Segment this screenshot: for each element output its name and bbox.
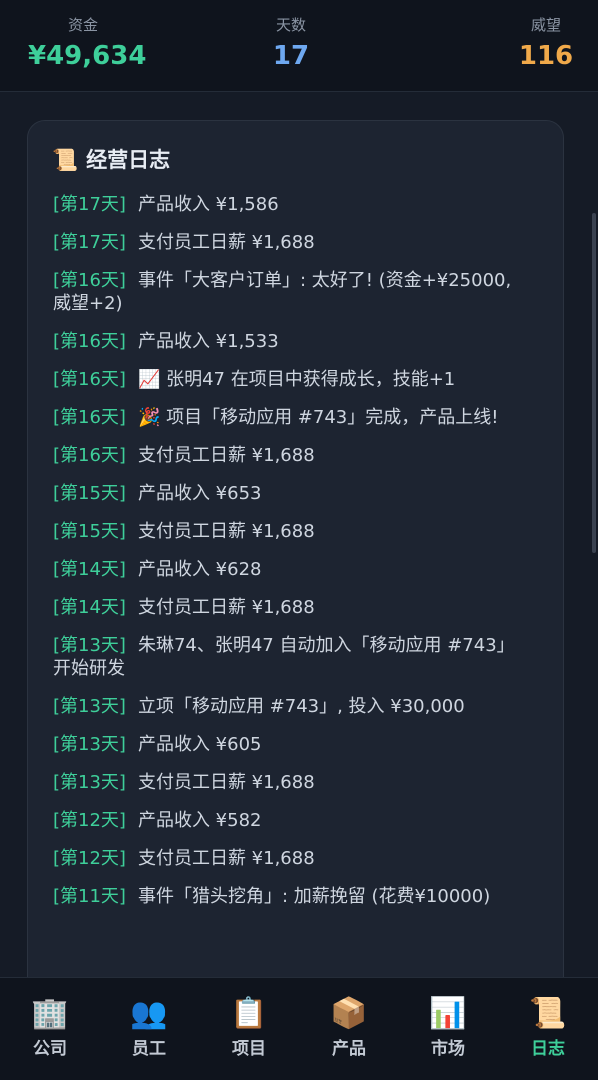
log-entry-day: [第16天]	[53, 331, 126, 352]
log-entry-day: [第16天]	[53, 270, 126, 291]
log-entry-text: 产品收入 ¥1,586	[137, 194, 279, 215]
log-entry: [第16天] 产品收入 ¥1,533	[53, 330, 513, 353]
log-entry-text: 产品收入 ¥653	[137, 483, 262, 504]
log-entry-day: [第15天]	[53, 521, 126, 542]
log-entry-text: 支付员工日薪 ¥1,688	[137, 772, 315, 793]
nav-label: 市场	[431, 1039, 465, 1059]
log-entry-text: 产品收入 ¥1,533	[137, 331, 279, 352]
log-entry: [第15天] 支付员工日薪 ¥1,688	[53, 520, 513, 543]
nav-label: 日志	[531, 1039, 565, 1059]
log-entry-day: [第14天]	[53, 597, 126, 618]
log-entry-text: 产品收入 ¥628	[137, 559, 262, 580]
nav-label: 员工	[132, 1039, 166, 1059]
money-value: ¥49,634	[28, 41, 147, 71]
log-entry: [第13天] 支付员工日薪 ¥1,688	[53, 771, 513, 794]
stats-bar: 资金 ¥49,634 天数 17 威望 116	[0, 0, 598, 92]
log-entry-text: 支付员工日薪 ¥1,688	[137, 445, 315, 466]
log-entry-day: [第12天]	[53, 848, 126, 869]
nav-log[interactable]: 📜 日志	[503, 996, 593, 1062]
log-entry-day: [第13天]	[53, 696, 126, 717]
log-entry: [第16天] 支付员工日薪 ¥1,688	[53, 444, 513, 467]
reputation-label: 威望	[530, 16, 561, 34]
log-entry-day: [第14天]	[53, 559, 126, 580]
nav-staff[interactable]: 👥 员工	[104, 996, 194, 1062]
log-entry-text: 🎉 项目「移动应用 #743」完成，产品上线!	[137, 407, 499, 428]
log-entry: [第13天] 立项「移动应用 #743」, 投入 ¥30,000	[53, 695, 513, 718]
log-entry-text: 支付员工日薪 ¥1,688	[137, 848, 315, 869]
money-stat: 资金 ¥49,634	[28, 14, 147, 74]
people-icon: 👥	[130, 996, 168, 1031]
days-stat: 天数 17	[251, 14, 331, 74]
building-icon: 🏢	[31, 996, 69, 1031]
scrollbar[interactable]	[592, 213, 596, 553]
days-value: 17	[272, 41, 310, 71]
log-entry-day: [第16天]	[53, 369, 126, 390]
clipboard-icon: 📋	[230, 996, 268, 1031]
log-list: [第17天] 产品收入 ¥1,586 [第17天] 支付员工日薪 ¥1,688 [第16…	[53, 193, 513, 923]
log-entry-day: [第16天]	[53, 407, 126, 428]
app-root: 资金 ¥49,634 天数 17 威望 116 📜 经营日志 [第17天] 产品收入…	[0, 0, 598, 1080]
log-entry-text: 📈 张明47 在项目中获得成长，技能+1	[137, 369, 456, 390]
log-entry: [第12天] 产品收入 ¥582	[53, 809, 513, 832]
nav-label: 产品	[332, 1039, 366, 1059]
log-card-title: 📜 经营日志	[52, 145, 170, 175]
log-entry: [第17天] 产品收入 ¥1,586	[53, 193, 513, 216]
log-entry-text: 产品收入 ¥582	[137, 810, 262, 831]
days-label: 天数	[275, 16, 306, 34]
log-entry-day: [第13天]	[53, 734, 126, 755]
log-entry-day: [第15天]	[53, 483, 126, 504]
log-entry-day: [第13天]	[53, 772, 126, 793]
scroll-icon: 📜	[52, 148, 79, 172]
package-icon: 📦	[330, 996, 368, 1031]
log-entry: [第17天] 支付员工日薪 ¥1,688	[53, 231, 513, 254]
scroll-icon: 📜	[529, 996, 567, 1031]
log-entry-day: [第11天]	[53, 886, 126, 907]
log-entry-day: [第17天]	[53, 232, 126, 253]
log-entry: [第13天] 朱琳74、张明47 自动加入「移动应用 #743」开始研发	[53, 634, 513, 680]
nav-market[interactable]: 📊 市场	[403, 996, 493, 1062]
log-entry-day: [第17天]	[53, 194, 126, 215]
reputation-stat: 威望 116	[516, 14, 576, 74]
log-entry-text: 支付员工日薪 ¥1,688	[137, 521, 315, 542]
log-entry: [第14天] 产品收入 ¥628	[53, 558, 513, 581]
log-entry: [第12天] 支付员工日薪 ¥1,688	[53, 847, 513, 870]
log-entry: [第16天] 事件「大客户订单」: 太好了! (资金+¥25000, 威望+2)	[53, 269, 513, 315]
log-entry-text: 立项「移动应用 #743」, 投入 ¥30,000	[137, 696, 465, 717]
log-title: 经营日志	[86, 148, 171, 172]
nav-label: 公司	[33, 1039, 67, 1059]
log-entry: [第11天] 事件「猎头挖角」: 加薪挽留 (花费¥10000)	[53, 885, 513, 908]
money-label: 资金	[67, 16, 98, 34]
log-entry: [第13天] 产品收入 ¥605	[53, 733, 513, 756]
log-entry-day: [第13天]	[53, 635, 126, 656]
log-card: 📜 经营日志 [第17天] 产品收入 ¥1,586 [第17天] 支付员工日薪 ¥1,6…	[27, 120, 564, 977]
log-scroll-area[interactable]: 📜 经营日志 [第17天] 产品收入 ¥1,586 [第17天] 支付员工日薪 ¥1,6…	[0, 93, 598, 977]
reputation-value: 116	[518, 41, 574, 71]
log-entry: [第14天] 支付员工日薪 ¥1,688	[53, 596, 513, 619]
nav-products[interactable]: 📦 产品	[304, 996, 394, 1062]
nav-company[interactable]: 🏢 公司	[5, 996, 95, 1062]
log-entry: [第16天] 🎉 项目「移动应用 #743」完成，产品上线!	[53, 406, 513, 429]
log-entry-day: [第16天]	[53, 445, 126, 466]
log-entry: [第15天] 产品收入 ¥653	[53, 482, 513, 505]
chart-icon: 📊	[429, 996, 467, 1031]
log-entry: [第16天] 📈 张明47 在项目中获得成长，技能+1	[53, 368, 513, 391]
log-entry-text: 产品收入 ¥605	[137, 734, 262, 755]
nav-projects[interactable]: 📋 项目	[204, 996, 294, 1062]
log-entry-text: 支付员工日薪 ¥1,688	[137, 597, 315, 618]
nav-label: 项目	[232, 1039, 266, 1059]
log-entry-text: 支付员工日薪 ¥1,688	[137, 232, 315, 253]
bottom-nav: 🏢 公司 👥 员工 📋 项目 📦 产品 📊 市场 📜 日志	[0, 977, 598, 1080]
log-entry-day: [第12天]	[53, 810, 126, 831]
log-entry-text: 事件「猎头挖角」: 加薪挽留 (花费¥10000)	[137, 886, 491, 907]
